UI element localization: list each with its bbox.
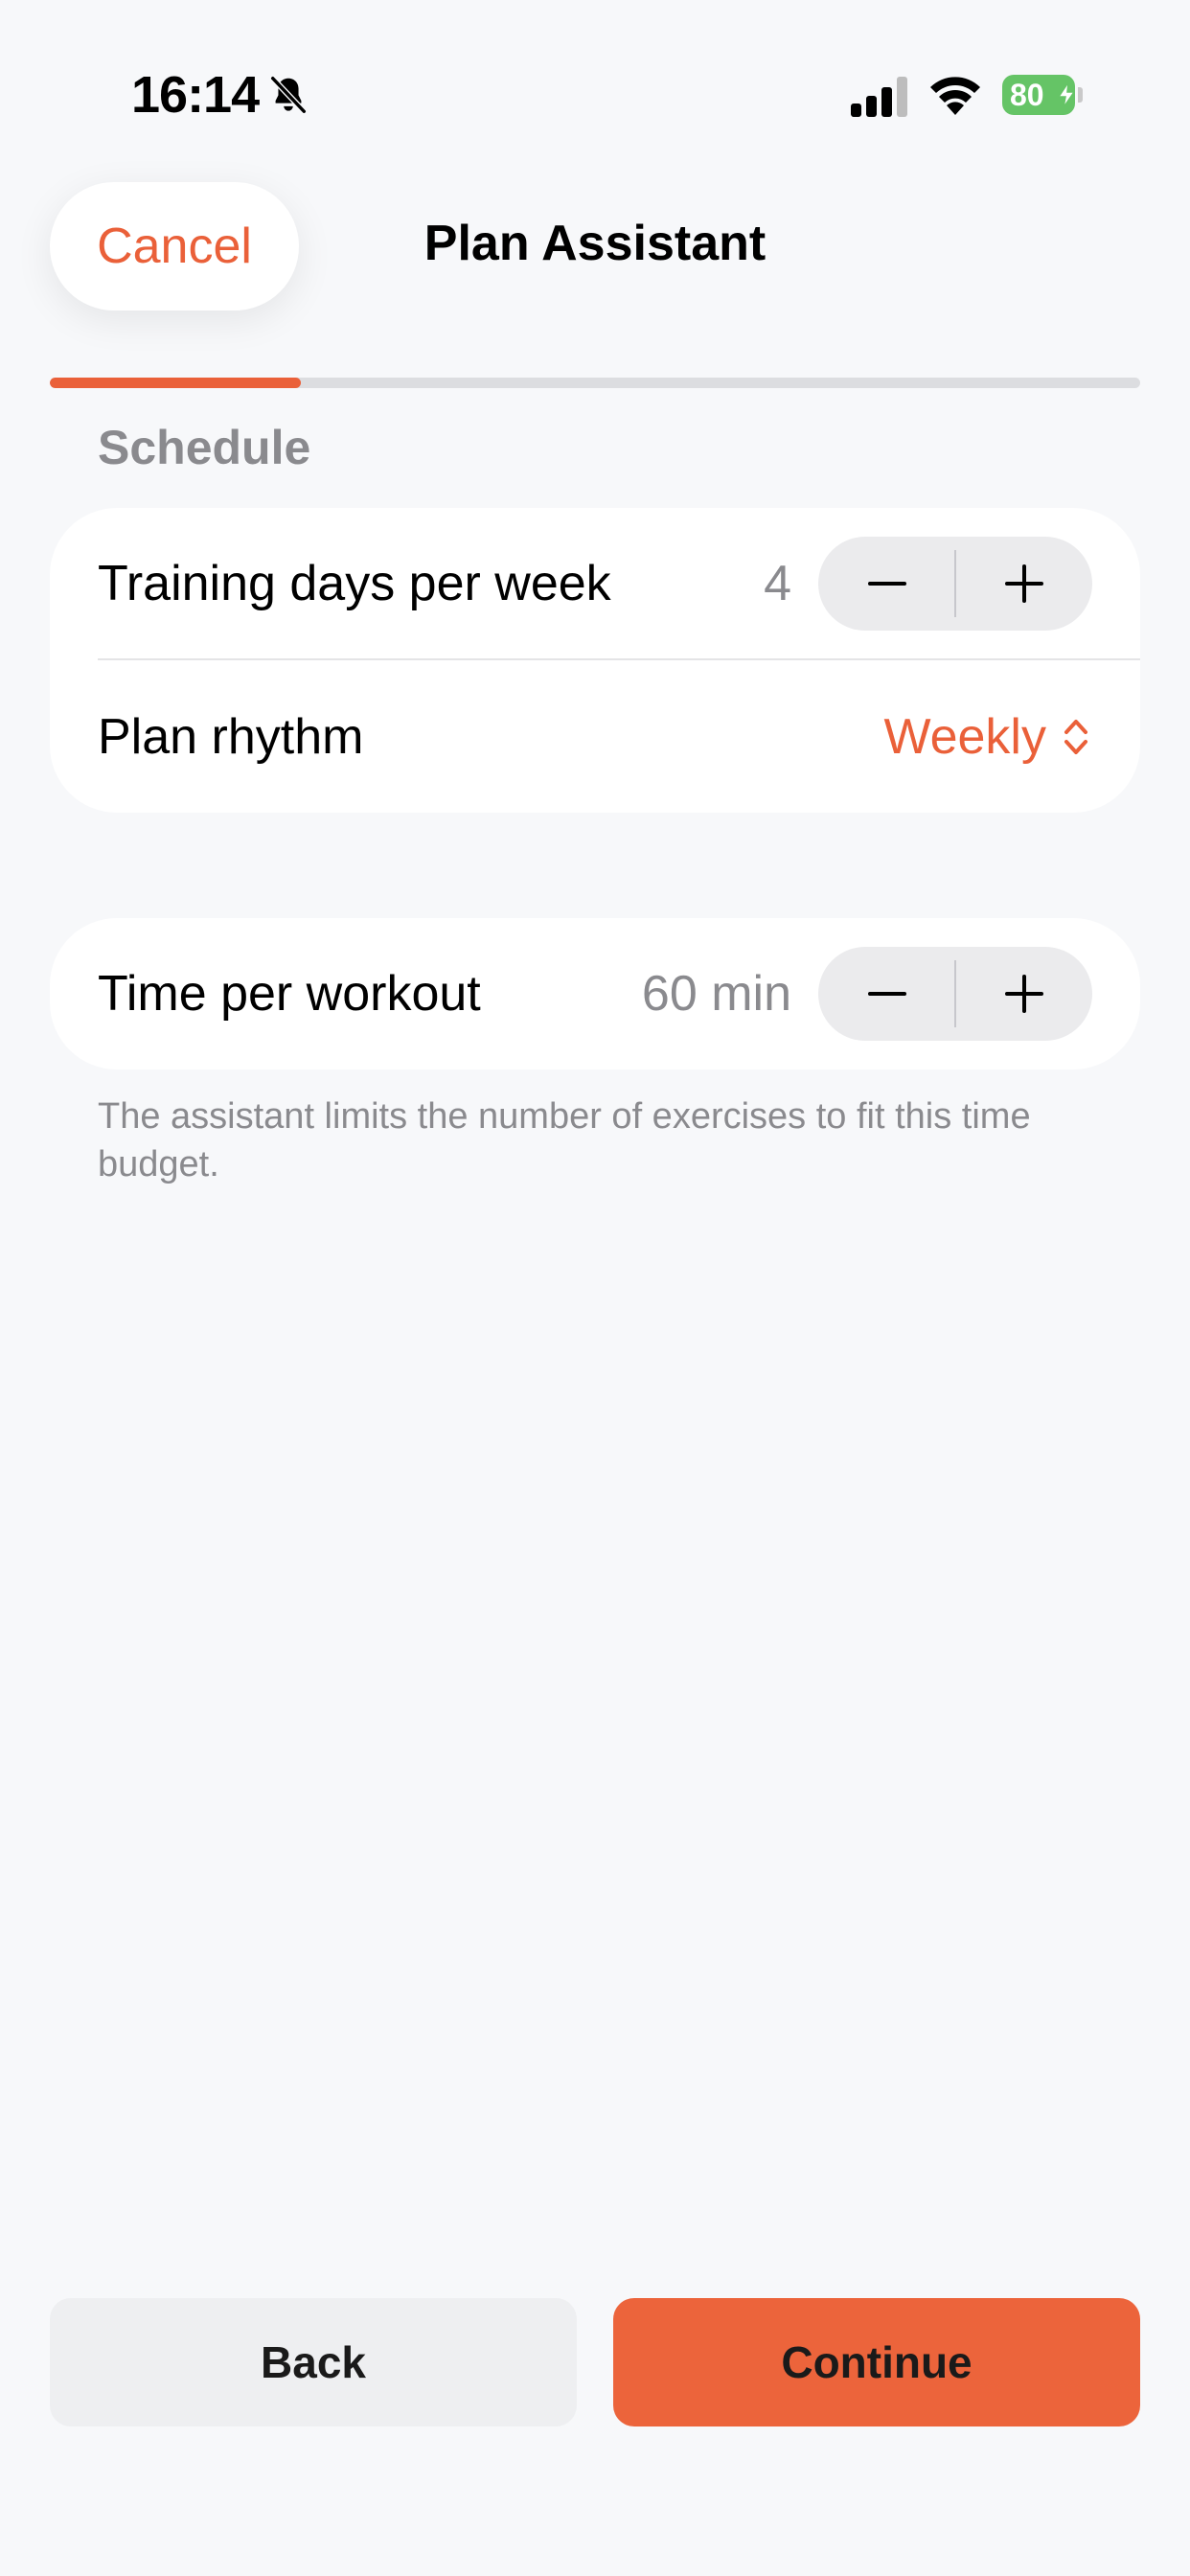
cellular-signal-icon xyxy=(851,77,907,117)
plan-rhythm-row: Plan rhythm Weekly xyxy=(50,661,1140,813)
time-per-workout-label: Time per workout xyxy=(98,966,481,1022)
progress-fill xyxy=(50,378,301,388)
training-days-value: 4 xyxy=(764,556,791,611)
time-per-workout-card: Time per workout 60 min xyxy=(50,918,1140,1070)
bell-slash-icon xyxy=(270,76,307,114)
training-days-decrement-button[interactable] xyxy=(818,537,955,631)
plan-rhythm-picker[interactable]: Weekly xyxy=(883,661,1092,813)
progress-bar xyxy=(50,378,1140,388)
training-days-stepper[interactable] xyxy=(818,537,1092,631)
training-days-increment-button[interactable] xyxy=(955,537,1092,631)
schedule-card: Training days per week 4 Plan rhythm Wee… xyxy=(50,508,1140,813)
time-per-workout-decrement-button[interactable] xyxy=(818,947,955,1041)
continue-button[interactable]: Continue xyxy=(613,2298,1140,2426)
time-per-workout-value: 60 min xyxy=(641,966,791,1022)
status-time: 16:14 xyxy=(131,66,260,124)
plan-rhythm-value: Weekly xyxy=(883,709,1046,765)
time-budget-footnote: The assistant limits the number of exerc… xyxy=(98,1096,1031,1184)
time-per-workout-row: Time per workout 60 min xyxy=(50,918,1140,1070)
plan-rhythm-label: Plan rhythm xyxy=(98,709,364,765)
chevron-up-down-icon xyxy=(1064,720,1087,754)
battery-percent: 80 xyxy=(1010,77,1044,112)
status-bar: 16:14 80 xyxy=(0,0,1190,192)
training-days-row: Training days per week 4 xyxy=(50,508,1140,660)
battery-icon: 80 xyxy=(1002,75,1083,115)
battery-cap xyxy=(1078,87,1083,103)
wifi-icon xyxy=(930,77,980,115)
plus-icon xyxy=(1004,975,1043,1013)
minus-icon xyxy=(867,992,906,996)
section-header-schedule: Schedule xyxy=(98,421,311,474)
page-title: Plan Assistant xyxy=(423,216,767,271)
charging-bolt-icon xyxy=(1058,82,1075,107)
row-divider xyxy=(98,658,1140,660)
back-button[interactable]: Back xyxy=(50,2298,577,2426)
time-per-workout-stepper[interactable] xyxy=(818,947,1092,1041)
time-per-workout-increment-button[interactable] xyxy=(955,947,1092,1041)
cancel-button[interactable]: Cancel xyxy=(50,182,299,310)
minus-icon xyxy=(867,582,906,586)
plus-icon xyxy=(1004,564,1043,603)
training-days-label: Training days per week xyxy=(98,556,611,611)
